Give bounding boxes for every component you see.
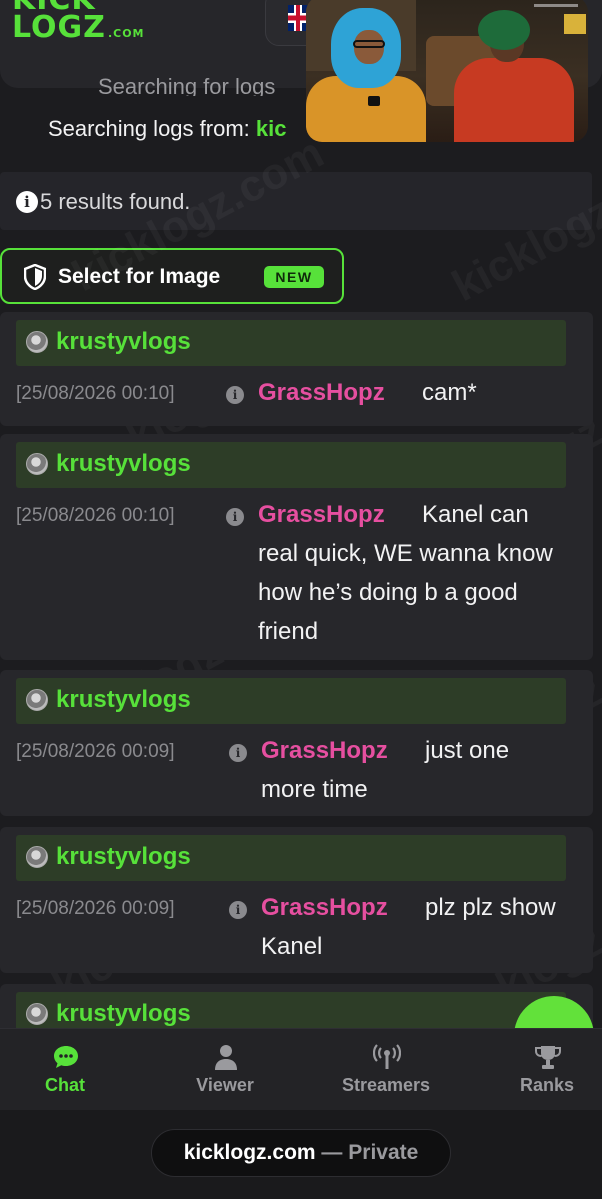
channel-name: krustyvlogs xyxy=(56,328,191,355)
video-overlay-text xyxy=(534,4,578,7)
channel-name: krustyvlogs xyxy=(56,843,191,870)
uk-flag-icon xyxy=(288,5,308,31)
trophy-icon xyxy=(535,1046,561,1069)
avatar xyxy=(26,689,48,711)
chat-icon xyxy=(54,1046,78,1068)
search-status-stream: kic xyxy=(255,116,287,141)
stream-video-preview[interactable] xyxy=(306,0,588,142)
message-info-icon[interactable]: i xyxy=(226,386,244,404)
message-info-icon[interactable]: i xyxy=(226,508,244,526)
channel-name: krustyvlogs xyxy=(56,450,191,477)
nav-item-chat[interactable]: Chat xyxy=(0,1029,140,1111)
avatar xyxy=(26,453,48,475)
nav-label: Ranks xyxy=(519,1075,575,1095)
url-separator: — xyxy=(321,1141,343,1164)
url-visibility: Private xyxy=(348,1141,419,1164)
nav-item-viewer[interactable]: Viewer xyxy=(150,1029,300,1111)
channel-bar[interactable]: krustyvlogs xyxy=(16,678,566,724)
kicklogz-logo[interactable]: KICK LOGZ.COM xyxy=(12,0,145,48)
chat-message-card: krustyvlogs [25/08/2026 00:10] i GrassHo… xyxy=(0,312,593,426)
nav-label: Chat xyxy=(45,1075,85,1095)
message-username[interactable]: GrassHopz xyxy=(258,379,385,407)
select-for-image-button[interactable]: Select for Image NEW xyxy=(0,248,344,304)
avatar xyxy=(26,331,48,353)
avatar xyxy=(26,846,48,868)
message-text: Kanel can real quick, WE wanna know how … xyxy=(258,501,553,645)
channel-bar[interactable]: krustyvlogs xyxy=(16,835,566,881)
url-domain: kicklogz.com xyxy=(183,1141,316,1164)
nav-item-ranks[interactable]: Ranks xyxy=(472,1029,602,1111)
message-text: cam* xyxy=(422,379,477,406)
info-icon: i xyxy=(16,191,38,213)
message-timestamp: [25/08/2026 00:09] xyxy=(16,741,175,762)
shield-icon xyxy=(24,264,46,290)
results-count-box: i 5 results found. xyxy=(0,172,592,230)
video-person-2-hair xyxy=(478,10,530,50)
video-glasses xyxy=(353,40,385,48)
message-timestamp: [25/08/2026 00:09] xyxy=(16,898,175,919)
video-overlay-badge xyxy=(564,14,586,34)
select-for-image-label: Select for Image xyxy=(58,265,221,288)
search-status-label: Searching logs from: xyxy=(48,116,250,141)
channel-bar[interactable]: krustyvlogs xyxy=(16,320,566,366)
channel-bar[interactable]: krustyvlogs xyxy=(16,442,566,488)
bottom-navigation: Chat Viewer Streamers Ranks xyxy=(0,1028,602,1110)
message-text: just one more time xyxy=(261,737,510,803)
search-status-partial: Searching for logs xyxy=(98,74,276,96)
chat-message-card: krustyvlogs [25/08/2026 00:09] i GrassHo… xyxy=(0,670,593,816)
results-count-text: 5 results found. xyxy=(40,189,191,214)
channel-name: krustyvlogs xyxy=(56,686,191,713)
logo-bottom-text: LOGZ xyxy=(12,10,106,45)
message-text: plz plz show Kanel xyxy=(261,894,556,960)
avatar xyxy=(26,1003,48,1025)
nav-item-streamers[interactable]: Streamers xyxy=(311,1029,461,1111)
message-info-icon[interactable]: i xyxy=(229,901,247,919)
message-timestamp: [25/08/2026 00:10] xyxy=(16,383,175,404)
video-person-2-body xyxy=(454,58,574,142)
message-info-icon[interactable]: i xyxy=(229,744,247,762)
search-status: Searching logs from: kic xyxy=(48,116,286,142)
message-timestamp: [25/08/2026 00:10] xyxy=(16,505,175,526)
nav-label: Viewer xyxy=(196,1075,254,1095)
nav-label: Streamers xyxy=(341,1075,431,1095)
url-bar[interactable]: kicklogz.com — Private xyxy=(151,1129,451,1177)
video-mic xyxy=(368,96,380,106)
antenna-icon xyxy=(373,1044,401,1069)
chat-message-card: krustyvlogs [25/08/2026 00:09] i GrassHo… xyxy=(0,827,593,973)
new-badge: NEW xyxy=(264,266,324,288)
logo-suffix: .COM xyxy=(107,27,145,40)
channel-name: krustyvlogs xyxy=(56,1000,191,1027)
chat-message-card: krustyvlogs [25/08/2026 00:10] i GrassHo… xyxy=(0,434,593,660)
user-icon xyxy=(215,1045,237,1070)
